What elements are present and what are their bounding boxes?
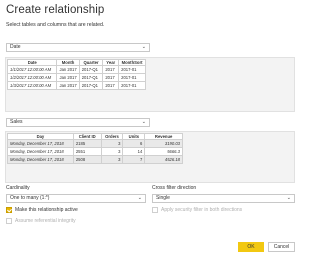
table-cell: Monday, December 17, 2018 (7, 155, 74, 164)
table-cell: 3 (100, 155, 124, 164)
table-cell: Jan 2017 (56, 65, 80, 74)
referential-integrity-checkbox[interactable] (6, 218, 12, 224)
table-cell: 14 (122, 147, 146, 156)
table-cell: 1/1/2017 12:00:00 AM (6, 65, 58, 74)
table-cell: 3190.03 (144, 139, 183, 148)
cardinality-value: One to many (1:*) (10, 195, 50, 201)
table-cell: 2017 (102, 73, 120, 82)
dialog-title: Create relationship (6, 4, 105, 16)
table-row: 1/1/2017 12:00:00 AM Jan 2017 2017-Q1 20… (6, 65, 146, 74)
table-cell: 5666.3 (144, 147, 183, 156)
table-cell: 2185 (72, 139, 102, 148)
table1-select[interactable]: Date ⌄ (6, 43, 150, 52)
table-row: Monday, December 17, 2018 2508 3 7 4526.… (7, 155, 183, 164)
security-filter-checkbox[interactable] (152, 207, 158, 213)
table-cell: Jan 2017 (56, 81, 80, 90)
table-cell: 2017-Q1 (78, 73, 104, 82)
table-cell: Jan 2017 (56, 73, 80, 82)
active-checkbox[interactable] (6, 207, 12, 213)
table-cell: Monday, December 17, 2018 (7, 139, 74, 148)
table-cell: 1/3/2017 12:00:00 AM (6, 81, 58, 90)
table1-grid: Date Month Quarter Year MonthSort 1/1/20… (6, 59, 146, 90)
security-filter-label[interactable]: Apply security filter in both directions (161, 207, 242, 213)
cross-filter-select[interactable]: Single ⌄ (152, 194, 295, 203)
table-cell: 2017 (102, 81, 120, 90)
table-cell: 2017-Q1 (78, 81, 104, 90)
table-cell: Monday, December 17, 2018 (7, 147, 74, 156)
chevron-down-icon: ⌄ (141, 44, 146, 50)
table-row: 1/2/2017 12:00:00 AM Jan 2017 2017-Q1 20… (6, 73, 146, 82)
table-cell: 2508 (72, 155, 102, 164)
chevron-down-icon: ⌄ (286, 195, 291, 201)
table-row: Monday, December 17, 2018 2551 3 14 5666… (7, 147, 183, 156)
table1-select-value: Date (10, 44, 21, 50)
table-cell: 3 (100, 139, 124, 148)
table-row: 1/3/2017 12:00:00 AM Jan 2017 2017-Q1 20… (6, 81, 146, 90)
table-cell: 2017-01 (118, 65, 146, 74)
column-header[interactable]: MonthSort (118, 59, 146, 66)
table2-select[interactable]: Sales ⌄ (6, 118, 150, 127)
cardinality-label: Cardinality (6, 185, 30, 191)
table-cell: 4526.18 (144, 155, 183, 164)
table-cell: 1/2/2017 12:00:00 AM (6, 73, 58, 82)
table-cell: 2017-Q1 (78, 65, 104, 74)
table2-select-value: Sales (10, 119, 23, 125)
table-cell: 2017 (102, 65, 120, 74)
chevron-down-icon: ⌄ (137, 195, 142, 201)
referential-integrity-label[interactable]: Assume referential integrity (15, 218, 76, 224)
cancel-button[interactable]: Cancel (268, 242, 295, 252)
table-cell: 2551 (72, 147, 102, 156)
cardinality-select[interactable]: One to many (1:*) ⌄ (6, 194, 146, 203)
table-cell: 2017-01 (118, 81, 146, 90)
active-checkbox-label[interactable]: Make this relationship active (15, 207, 78, 213)
table-row: Monday, December 17, 2018 2185 3 6 3190.… (7, 139, 183, 148)
cross-filter-label: Cross filter direction (152, 185, 197, 191)
table-cell: 2017-01 (118, 73, 146, 82)
table-cell: 6 (122, 139, 146, 148)
chevron-down-icon: ⌄ (141, 119, 146, 125)
table-cell: 3 (100, 147, 124, 156)
cross-filter-value: Single (156, 195, 170, 201)
dialog-subtitle: Select tables and columns that are relat… (6, 22, 105, 28)
table-cell: 7 (122, 155, 146, 164)
ok-button[interactable]: OK (238, 242, 264, 252)
table2-grid: Day Client ID Orders Units Revenue Monda… (7, 133, 183, 164)
